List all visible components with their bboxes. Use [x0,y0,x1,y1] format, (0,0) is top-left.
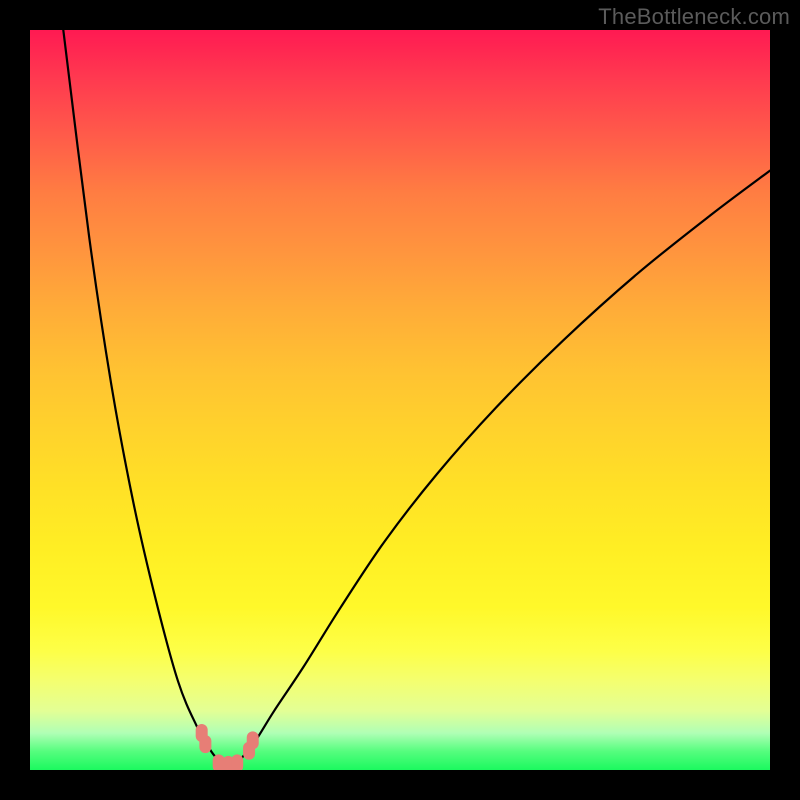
plot-area [30,30,770,770]
curve-right-branch [230,171,770,770]
marker-1 [199,735,211,753]
data-markers [196,724,259,770]
chart-svg [30,30,770,770]
watermark-text: TheBottleneck.com [598,4,790,30]
chart-frame: TheBottleneck.com [0,0,800,800]
marker-4 [231,754,243,770]
marker-6 [247,731,259,749]
curve-left-branch [63,30,230,770]
